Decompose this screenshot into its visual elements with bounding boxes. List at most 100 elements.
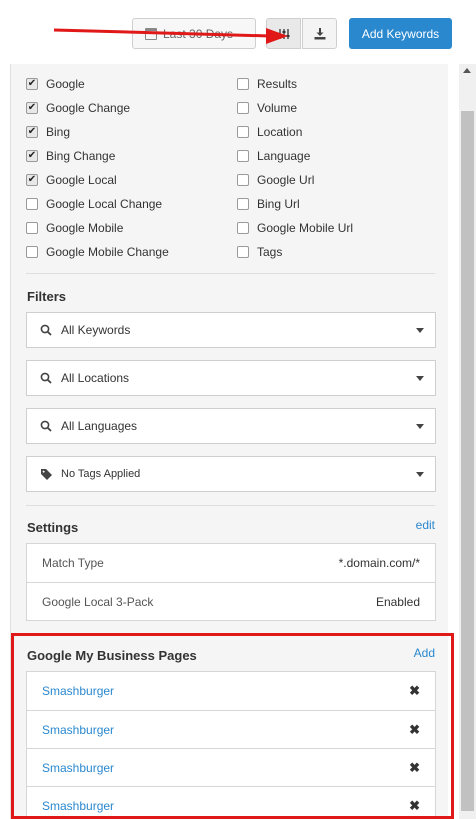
remove-icon[interactable]: ✖ xyxy=(409,722,420,738)
tags-filter-select[interactable]: No Tags Applied xyxy=(26,456,436,492)
column-option-label: Language xyxy=(257,149,311,163)
column-option[interactable]: ✔ Google Change xyxy=(26,96,169,120)
column-option[interactable]: Google Local Change xyxy=(26,192,169,216)
column-option-label: Google xyxy=(46,77,85,91)
settings-table: Match Type *.domain.com/* Google Local 3-P… xyxy=(26,543,436,621)
search-icon xyxy=(39,372,53,384)
checkbox-checked[interactable]: ✔ xyxy=(26,174,38,186)
column-option-label: Tags xyxy=(257,245,283,259)
chevron-down-icon xyxy=(416,376,424,381)
settings-title: Settings xyxy=(27,520,79,535)
download-button[interactable] xyxy=(302,18,337,49)
locations-filter-value: All Locations xyxy=(61,371,130,385)
keywords-filter-value: All Keywords xyxy=(61,323,131,337)
settings-value: Enabled xyxy=(375,594,420,609)
checkbox[interactable] xyxy=(26,198,38,210)
column-option-label: Volume xyxy=(257,101,298,115)
keywords-filter-select[interactable]: All Keywords xyxy=(26,312,436,348)
column-option[interactable]: ✔ Bing xyxy=(26,120,169,144)
column-option[interactable]: Bing Url xyxy=(237,192,353,216)
column-option-label: Google Url xyxy=(257,173,315,187)
gmb-page-row: Smashburger ✖ xyxy=(27,786,435,819)
gmb-page-link[interactable]: Smashburger xyxy=(42,761,114,775)
gmb-add-link[interactable]: Add xyxy=(414,646,435,660)
divider xyxy=(26,505,435,506)
checkbox[interactable] xyxy=(26,246,38,258)
languages-filter-select[interactable]: All Languages xyxy=(26,408,436,444)
toolbar: Last 30 Days Add Keywords xyxy=(0,0,476,64)
gmb-title: Google My Business Pages xyxy=(27,648,197,663)
date-range-label: Last 30 Days xyxy=(163,26,234,41)
checkbox[interactable] xyxy=(237,126,249,138)
gmb-page-row: Smashburger ✖ xyxy=(27,748,435,786)
gmb-page-row: Smashburger ✖ xyxy=(27,672,435,710)
column-option[interactable]: Google Url xyxy=(237,168,353,192)
column-option-label: Google Mobile Url xyxy=(257,221,354,235)
search-icon xyxy=(39,324,53,336)
settings-row: Match Type *.domain.com/* xyxy=(27,544,435,582)
checkbox[interactable] xyxy=(237,174,249,186)
gmb-page-row: Smashburger ✖ xyxy=(27,710,435,748)
column-option[interactable]: ✔ Bing Change xyxy=(26,144,169,168)
scroll-thumb[interactable] xyxy=(461,111,474,811)
remove-icon[interactable]: ✖ xyxy=(409,798,420,814)
column-option-label: Location xyxy=(257,125,303,139)
settings-key: Match Type xyxy=(42,556,104,570)
checkbox-checked[interactable]: ✔ xyxy=(26,78,38,90)
settings-key: Google Local 3-Pack xyxy=(42,594,154,609)
checkbox[interactable] xyxy=(237,222,249,234)
checkbox[interactable] xyxy=(26,222,38,234)
tag-icon xyxy=(39,468,53,480)
column-option-label: Google Local xyxy=(46,173,117,187)
column-option[interactable]: Google Mobile Change xyxy=(26,240,169,264)
checkbox-checked[interactable]: ✔ xyxy=(26,126,38,138)
column-option-label: Results xyxy=(257,77,298,91)
column-option-label: Bing Change xyxy=(46,149,116,163)
download-icon xyxy=(314,27,325,39)
column-option[interactable]: Results xyxy=(237,72,353,96)
column-option-label: Google Mobile Change xyxy=(46,245,169,259)
checkbox[interactable] xyxy=(237,150,249,162)
column-settings-button[interactable] xyxy=(266,18,301,49)
scrollbar[interactable] xyxy=(459,64,476,819)
scroll-up-arrow[interactable] xyxy=(463,68,471,73)
checkbox-checked[interactable]: ✔ xyxy=(26,102,38,114)
tags-filter-value: No Tags Applied xyxy=(61,468,141,480)
checkbox[interactable] xyxy=(237,198,249,210)
column-option[interactable]: Location xyxy=(237,120,353,144)
search-icon xyxy=(39,420,53,432)
column-option[interactable]: Tags xyxy=(237,240,353,264)
gmb-pages-table: Smashburger ✖ Smashburger ✖ Smashburger ✖ Smas… xyxy=(26,671,436,819)
checkbox[interactable] xyxy=(237,102,249,114)
column-settings-panel: ✔ Google ✔ Google Change ✔ Bing ✔ Bing Change ✔ G… xyxy=(10,64,448,819)
gmb-page-link[interactable]: Smashburger xyxy=(42,723,114,737)
column-option[interactable]: ✔ Google Local xyxy=(26,168,169,192)
column-option-label: Google Change xyxy=(46,101,131,115)
add-keywords-button[interactable]: Add Keywords xyxy=(349,18,452,49)
remove-icon[interactable]: ✖ xyxy=(409,683,420,699)
checkbox[interactable] xyxy=(237,246,249,258)
languages-filter-value: All Languages xyxy=(61,419,138,433)
column-option-label: Google Mobile xyxy=(46,221,124,235)
checkbox-checked[interactable]: ✔ xyxy=(26,150,38,162)
column-option[interactable]: Google Mobile xyxy=(26,216,169,240)
chevron-down-icon xyxy=(416,328,424,333)
column-option-label: Bing xyxy=(46,125,71,139)
sliders-icon xyxy=(278,28,289,39)
settings-edit-link[interactable]: edit xyxy=(416,518,435,532)
column-option[interactable]: ✔ Google xyxy=(26,72,169,96)
gmb-page-link[interactable]: Smashburger xyxy=(42,684,114,698)
checkbox[interactable] xyxy=(237,78,249,90)
column-list-left: ✔ Google ✔ Google Change ✔ Bing ✔ Bing Change ✔ G… xyxy=(26,72,169,264)
column-option[interactable]: Volume xyxy=(237,96,353,120)
date-range-button[interactable]: Last 30 Days xyxy=(132,18,256,49)
chevron-down-icon xyxy=(416,424,424,429)
remove-icon[interactable]: ✖ xyxy=(409,760,420,776)
gmb-page-link[interactable]: Smashburger xyxy=(42,799,114,813)
chevron-down-icon xyxy=(416,472,424,477)
column-option[interactable]: Google Mobile Url xyxy=(237,216,353,240)
column-list-right: Results Volume Location Language Google Url B… xyxy=(237,72,353,264)
locations-filter-select[interactable]: All Locations xyxy=(26,360,436,396)
column-option-label: Bing Url xyxy=(257,197,300,211)
column-option[interactable]: Language xyxy=(237,144,353,168)
